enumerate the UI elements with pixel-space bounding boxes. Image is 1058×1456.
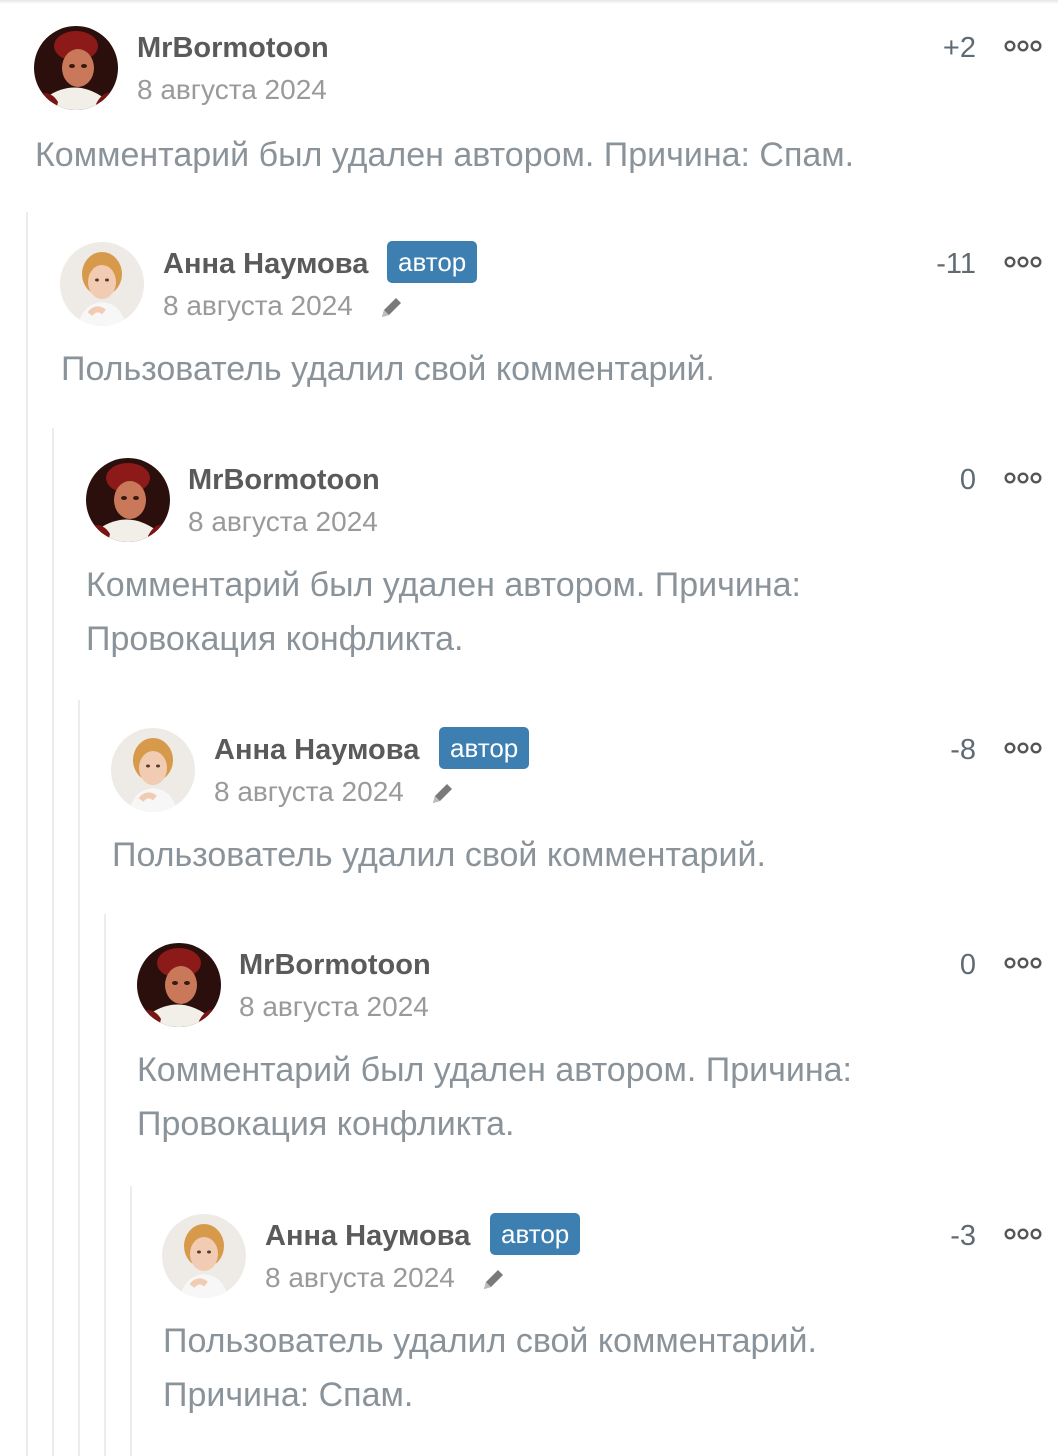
avatar-portrait-icon — [111, 728, 195, 812]
comment: Анна Наумова автор 8 августа 2024 -11 По… — [60, 240, 1058, 410]
comment: Анна Наумова автор 8 августа 2024 -3 Пол… — [162, 1212, 1058, 1432]
comment-author[interactable]: Анна Наумова — [163, 248, 368, 281]
top-divider — [0, 0, 1058, 4]
avatar-portrait-icon — [60, 242, 144, 326]
comment-text: Пользователь удалил свой комментарий. Пр… — [163, 1322, 817, 1414]
comment-score: -11 — [936, 248, 976, 280]
avatar[interactable] — [86, 458, 170, 542]
avatar[interactable] — [137, 943, 221, 1027]
pencil-icon — [484, 1270, 503, 1289]
author-badge: автор — [490, 1213, 581, 1255]
avatar-portrait-icon — [162, 1214, 246, 1298]
comment-text: Пользователь удалил свой комментарий. — [112, 836, 766, 874]
thread-line — [52, 428, 54, 1456]
thread-line — [78, 700, 80, 1456]
comment-author[interactable]: Анна Наумова — [265, 1220, 470, 1253]
comment: Анна Наумова автор 8 августа 2024 -8 Пол… — [111, 726, 1058, 896]
comment-text: Комментарий был удален автором. Причина:… — [86, 566, 801, 658]
comment: MrBormotoon 8 августа 2024 0 Комментарий… — [137, 941, 1058, 1161]
comment-author[interactable]: Анна Наумова — [214, 734, 419, 767]
comment-text: Комментарий был удален автором. Причина:… — [35, 136, 855, 174]
comment-date[interactable]: 8 августа 2024 — [265, 1262, 455, 1294]
thread-line — [130, 1186, 132, 1456]
comment-text: Комментарий был удален автором. Причина:… — [137, 1051, 852, 1143]
avatar-portrait-icon — [34, 26, 118, 110]
more-options-icon[interactable] — [1004, 1228, 1042, 1240]
comment: MrBormotoon 8 августа 2024 0 Комментарий… — [86, 456, 1058, 676]
pencil-icon — [433, 784, 452, 803]
comment-date[interactable]: 8 августа 2024 — [137, 74, 327, 106]
comment-date[interactable]: 8 августа 2024 — [239, 991, 429, 1023]
comment-score: -8 — [950, 734, 976, 766]
avatar[interactable] — [34, 26, 118, 110]
more-options-icon[interactable] — [1004, 256, 1042, 268]
author-badge: автор — [387, 241, 478, 283]
comment-date[interactable]: 8 августа 2024 — [163, 290, 353, 322]
pencil-icon — [382, 298, 401, 317]
comment-author[interactable]: MrBormotoon — [188, 464, 380, 497]
avatar[interactable] — [111, 728, 195, 812]
comment-score: -3 — [950, 1220, 976, 1252]
more-options-icon[interactable] — [1004, 957, 1042, 969]
avatar-portrait-icon — [86, 458, 170, 542]
avatar[interactable] — [60, 242, 144, 326]
comment-text: Пользователь удалил свой комментарий. — [61, 350, 715, 388]
comment-author[interactable]: MrBormotoon — [137, 32, 329, 65]
author-badge: автор — [439, 727, 530, 769]
comment-score: 0 — [959, 949, 976, 981]
comment-author[interactable]: MrBormotoon — [239, 949, 431, 982]
avatar-portrait-icon — [137, 943, 221, 1027]
avatar[interactable] — [162, 1214, 246, 1298]
more-options-icon[interactable] — [1004, 472, 1042, 484]
thread-line — [104, 914, 106, 1456]
comment-score: 0 — [959, 464, 976, 496]
comment-score: +2 — [942, 32, 976, 64]
comment-date[interactable]: 8 августа 2024 — [188, 506, 378, 538]
more-options-icon[interactable] — [1004, 742, 1042, 754]
more-options-icon[interactable] — [1004, 40, 1042, 52]
comment-date[interactable]: 8 августа 2024 — [214, 776, 404, 808]
comment: MrBormotoon 8 августа 2024 +2 Комментари… — [34, 24, 1058, 194]
thread-line — [26, 212, 28, 1456]
